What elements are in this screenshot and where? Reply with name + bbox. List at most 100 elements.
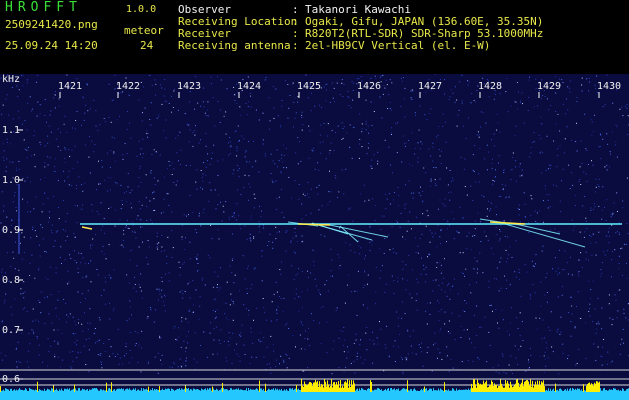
level-bar [200,390,201,392]
level-bar [42,390,43,392]
level-bar [353,380,354,392]
level-bar [306,385,307,392]
level-bar [514,385,515,392]
level-bar [558,390,559,392]
level-bar [423,388,424,392]
level-bar [143,388,144,392]
level-bar [389,390,390,392]
level-bar [427,390,428,392]
x-tick-label: 1424 [237,81,261,92]
level-bar [407,380,408,392]
level-bar [185,385,186,392]
level-bar [73,388,74,392]
meteor-label: meteor [124,24,164,37]
level-bar [432,390,433,392]
level-bar [84,389,85,392]
level-bar [420,390,421,392]
level-bar [25,388,26,392]
level-bar [622,388,623,392]
level-bar [49,389,50,392]
level-bar [454,390,455,392]
level-bar [503,387,504,392]
level-bar [303,386,304,392]
level-bar [282,390,283,392]
level-bar [573,388,574,392]
level-bar [270,390,271,392]
level-bar [515,383,516,392]
level-bar [536,385,537,392]
level-bar [261,388,262,392]
level-bar [336,382,337,392]
antenna-value: 2el-HB9CV Vertical (el. E-W) [305,39,491,52]
level-bar [286,389,287,392]
level-bar [183,389,184,392]
level-bar [127,388,128,392]
level-bar [335,384,336,392]
level-bar [475,384,476,392]
level-bar [170,390,171,392]
level-bar [421,388,422,392]
level-bar [212,386,213,392]
level-bar [285,390,286,392]
level-bar [485,382,486,392]
level-bar [574,389,575,392]
level-bar [165,388,166,392]
level-bar [169,388,170,392]
level-bar [130,389,131,392]
level-bar [610,389,611,392]
level-bar [417,390,418,392]
level-bar [448,389,449,392]
level-bar [235,389,236,392]
level-bar [496,384,497,392]
level-bar [295,388,296,392]
level-bar [603,388,604,392]
level-bar [583,384,584,392]
spectrogram-panel: 1421 1422 1423 1424 1425 1426 1427 1428 1429 1430… [0,74,629,400]
level-bar [500,379,501,392]
level-bar [444,382,445,392]
x-tick-label: 1430 [597,81,621,92]
level-bar [63,390,64,392]
level-bar [152,388,153,392]
header-panel: HROFFT 1.0.0 2509241420.png 25.09.24 14:… [0,0,629,74]
level-bar [358,390,359,392]
level-bar [82,388,83,392]
level-bar [233,389,234,392]
grid-lines [0,184,629,386]
level-bar [352,384,353,392]
level-bar [548,388,549,392]
level-bar [162,388,163,392]
level-bar [106,382,107,392]
level-bar [327,380,328,392]
level-bar [381,389,382,392]
level-bar [280,390,281,392]
level-bar [443,390,444,392]
level-bar [626,389,627,392]
level-bar [87,389,88,392]
level-bar [413,389,414,392]
level-bar [345,381,346,392]
level-bar [40,389,41,392]
level-bar [614,388,615,392]
x-tick-label: 1425 [297,81,321,92]
level-bar [198,389,199,392]
level-bar [304,381,305,392]
level-bar [215,390,216,392]
level-bar [245,390,246,392]
level-bar [9,390,10,392]
level-bar [163,390,164,392]
level-bar [424,386,425,392]
level-bar [109,388,110,392]
level-bar [307,384,308,392]
level-bar [541,381,542,392]
level-bar [525,381,526,392]
level-bar [595,383,596,392]
level-bar [489,385,490,392]
level-bar [58,391,59,392]
level-bar [142,390,143,392]
level-bar [334,381,335,392]
axis-labels: 1421 1422 1423 1424 1425 1426 1427 1428 1429 1430… [2,74,621,385]
level-bar [357,388,358,392]
level-bar [388,388,389,392]
level-bar [291,389,292,392]
